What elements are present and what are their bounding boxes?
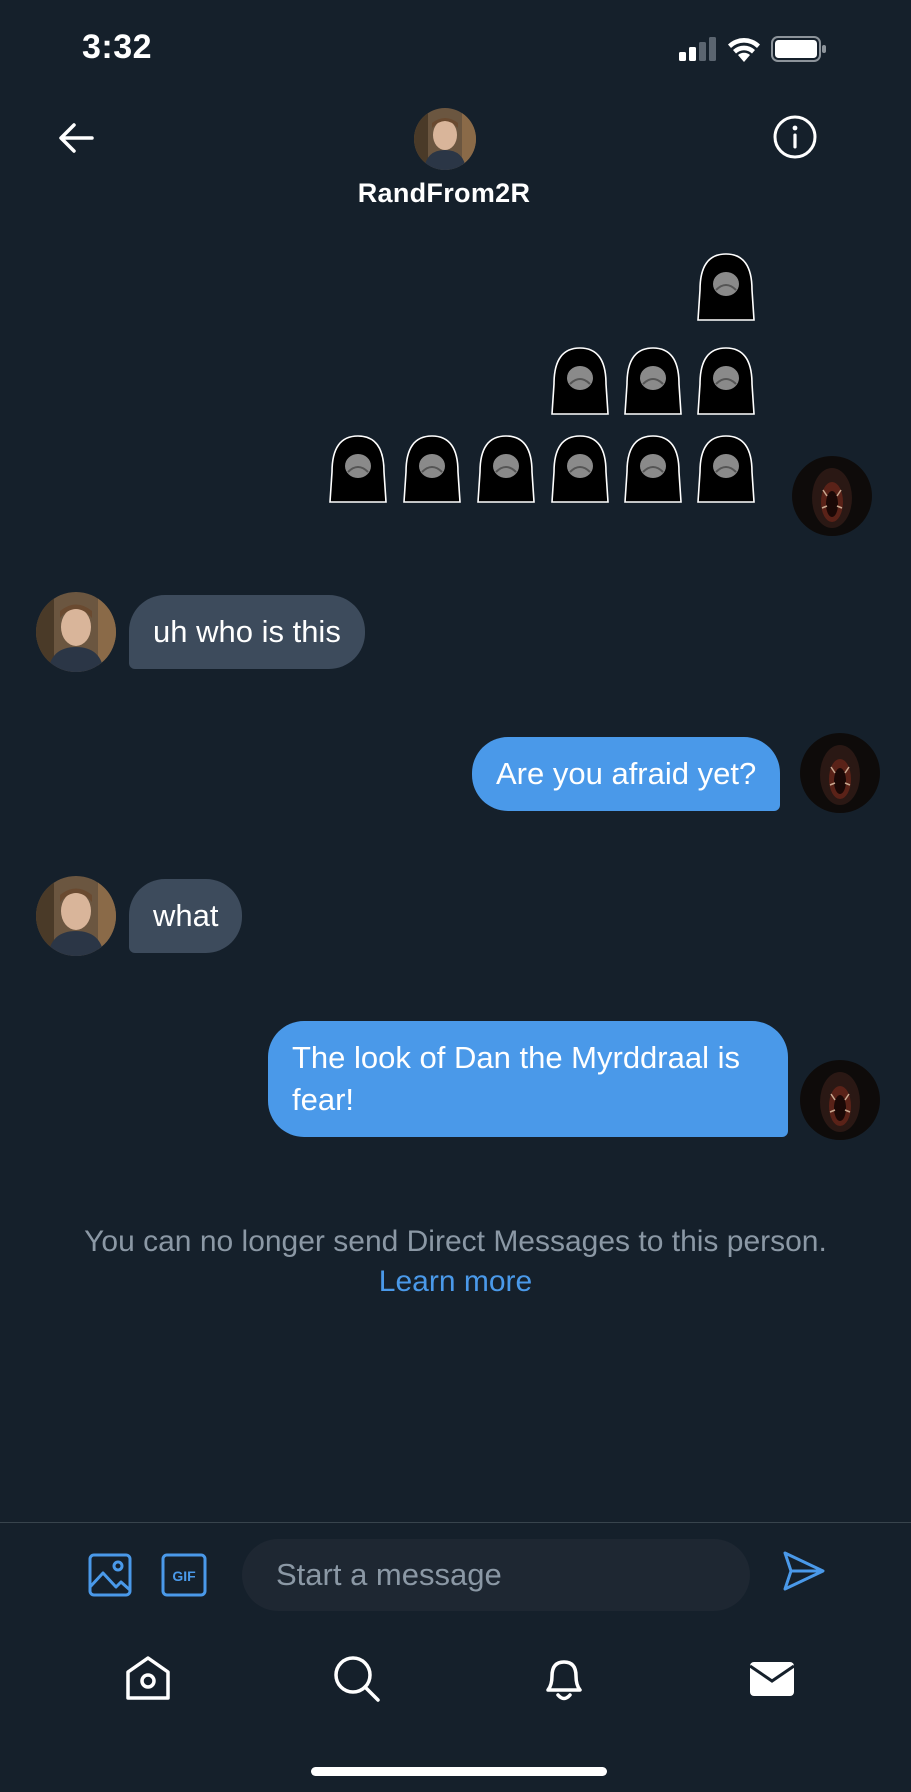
back-button[interactable] [56,118,106,162]
gif-icon: GIF [161,1553,207,1597]
dm-restriction-notice: You can no longer send Direct Messages t… [0,1222,911,1302]
info-button[interactable] [772,114,820,162]
hooded-figure-emoji [329,435,387,503]
sender-avatar[interactable] [800,1060,880,1140]
sender-avatar[interactable] [792,456,872,536]
header-avatar[interactable] [414,108,476,170]
send-button[interactable] [782,1549,826,1598]
hooded-figure-emoji [477,435,535,503]
incoming-message-bubble[interactable]: what [129,879,243,953]
conversation-header: RandFrom2R [0,100,911,220]
hooded-figure-emoji [403,435,461,503]
tab-search[interactable] [328,1650,384,1706]
contact-avatar[interactable] [36,876,116,956]
tab-notifications[interactable] [536,1650,592,1706]
image-icon [88,1553,132,1597]
tab-home[interactable] [120,1650,176,1706]
bell-icon [546,1660,582,1701]
outgoing-message-bubble[interactable]: The look of Dan the Myrddraal is fear! [268,1021,788,1137]
bottom-tab-bar [0,1632,911,1742]
learn-more-link[interactable]: Learn more [0,1262,911,1302]
incoming-message-bubble[interactable]: uh who is this [129,595,365,669]
mail-icon [749,1662,795,1696]
hooded-figure-emoji [624,435,682,503]
search-icon [334,1656,380,1702]
hooded-figure-emoji [697,347,755,415]
wifi-icon [728,38,760,62]
tab-messages[interactable] [744,1650,800,1706]
info-icon [773,115,817,159]
back-arrow-icon [59,123,94,153]
hooded-figure-emoji [697,253,755,321]
status-time: 3:32 [82,28,153,66]
conversation-title[interactable]: RandFrom2R [0,178,888,209]
outgoing-message-bubble[interactable]: Are you afraid yet? [472,737,781,811]
gif-label: GIF [172,1568,196,1584]
send-icon [783,1551,825,1591]
hooded-figure-emoji [697,435,755,503]
home-indicator [311,1767,607,1776]
hooded-figure-emoji [624,347,682,415]
notice-text: You can no longer send Direct Messages t… [84,1225,827,1258]
emoji-message[interactable] [320,240,770,510]
hooded-figure-emoji [551,435,609,503]
sender-avatar[interactable] [800,733,880,813]
message-composer: GIF [0,1522,911,1633]
status-bar: 3:32 [0,0,911,100]
battery-icon [771,36,826,62]
gif-button[interactable]: GIF [161,1553,207,1602]
contact-avatar[interactable] [36,592,116,672]
hooded-figure-emoji [551,347,609,415]
image-button[interactable] [88,1553,132,1602]
message-input[interactable] [242,1539,750,1611]
home-icon [126,1656,170,1700]
signal-icon [679,37,716,61]
status-icons [679,36,827,62]
